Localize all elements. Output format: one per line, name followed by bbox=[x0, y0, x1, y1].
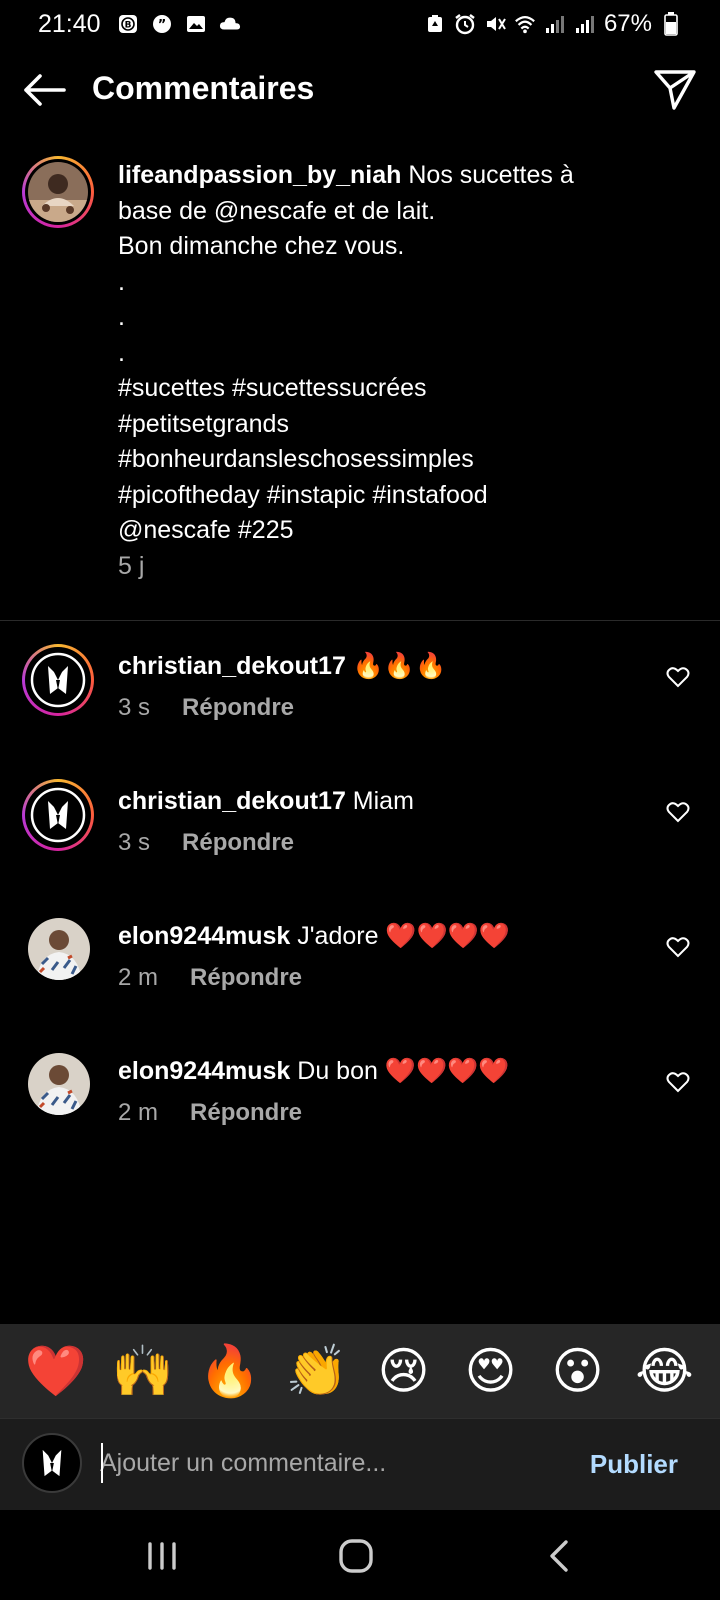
comment-item: elon9244musk J'adore ❤️❤️❤️❤️ 2 m Répond… bbox=[0, 914, 720, 1034]
comment-timestamp: 2 m bbox=[118, 1099, 159, 1126]
comment-message: Miam bbox=[345, 787, 414, 815]
like-heart-icon[interactable] bbox=[666, 801, 690, 823]
quote-icon: ” bbox=[151, 13, 173, 35]
comment-text: christian_dekout17 Miam bbox=[118, 785, 414, 817]
tuxedo-logo-icon bbox=[28, 785, 88, 845]
alarm-icon bbox=[454, 13, 476, 35]
caption-line: #bonheurdansleschosessimples bbox=[118, 445, 474, 473]
caption-line: . bbox=[118, 338, 125, 367]
publish-button[interactable]: Publier bbox=[590, 1449, 678, 1480]
mute-icon bbox=[484, 13, 506, 35]
caption-line: Nos sucettes à bbox=[401, 161, 574, 189]
caption-text: lifeandpassion_by_niah Nos sucettes à ba… bbox=[118, 158, 698, 549]
emoji-heart-eyes-button[interactable]: 😍 bbox=[460, 1346, 522, 1396]
svg-text:B: B bbox=[124, 21, 131, 31]
comment-timestamp: 3 s bbox=[118, 829, 151, 856]
tuxedo-logo-icon bbox=[28, 650, 88, 710]
comment-meta: 3 s Répondre bbox=[118, 829, 294, 857]
reply-button[interactable]: Répondre bbox=[190, 1099, 302, 1127]
comment-timestamp: 2 m bbox=[118, 964, 159, 991]
send-icon[interactable] bbox=[652, 66, 698, 112]
emoji-reaction-bar: ❤️ 🙌 🔥 👏 😢 😍 😮 😂 bbox=[0, 1324, 720, 1418]
comment-username[interactable]: christian_dekout17 bbox=[118, 787, 346, 815]
comment-timestamp: 3 s bbox=[118, 694, 151, 721]
comment-meta: 2 m Répondre bbox=[118, 964, 302, 992]
emoji-fire-button[interactable]: 🔥 bbox=[199, 1346, 261, 1396]
nav-back-icon[interactable] bbox=[540, 1536, 580, 1576]
emoji-heart-button[interactable]: ❤️ bbox=[25, 1346, 87, 1396]
wifi-icon bbox=[514, 13, 536, 35]
comment-input[interactable] bbox=[100, 1443, 560, 1483]
emoji-raised-hands-button[interactable]: 🙌 bbox=[112, 1346, 174, 1396]
commenter-avatar[interactable] bbox=[28, 918, 90, 980]
reply-button[interactable]: Répondre bbox=[182, 829, 294, 857]
person-photo-icon bbox=[28, 918, 90, 980]
reply-button[interactable]: Répondre bbox=[190, 964, 302, 992]
like-heart-icon[interactable] bbox=[666, 666, 690, 688]
home-icon[interactable] bbox=[336, 1536, 376, 1576]
comment-meta: 2 m Répondre bbox=[118, 1099, 302, 1127]
status-time: 21:40 bbox=[38, 9, 101, 38]
comment-text: christian_dekout17 🔥🔥🔥 bbox=[118, 650, 446, 682]
signal-icon-1 bbox=[544, 13, 566, 35]
poster-photo-icon bbox=[28, 162, 88, 222]
comment-message: 🔥🔥🔥 bbox=[345, 652, 447, 680]
system-nav-bar bbox=[0, 1510, 720, 1600]
poster-avatar[interactable] bbox=[22, 156, 94, 228]
caption-line: #picoftheday #instapic #instafood bbox=[118, 480, 488, 509]
app-header: Commentaires bbox=[0, 62, 720, 118]
tuxedo-logo-icon bbox=[26, 1437, 78, 1489]
comment-username[interactable]: christian_dekout17 bbox=[118, 652, 346, 680]
comment-item: christian_dekout17 🔥🔥🔥 3 s Répondre bbox=[0, 644, 720, 764]
comment-username[interactable]: elon9244musk bbox=[118, 922, 290, 950]
emoji-clap-button[interactable]: 👏 bbox=[286, 1346, 348, 1396]
like-heart-icon[interactable] bbox=[666, 936, 690, 958]
recycle-icon bbox=[424, 13, 446, 35]
b-badge-icon: B bbox=[117, 13, 139, 35]
caption-line: Bon dimanche chez vous. bbox=[118, 232, 405, 260]
comment-message: Du bon ❤️❤️❤️❤️ bbox=[290, 1057, 510, 1085]
divider bbox=[0, 620, 720, 621]
signal-icon-2 bbox=[574, 13, 596, 35]
text-caret bbox=[101, 1443, 103, 1483]
recent-apps-icon[interactable] bbox=[142, 1536, 182, 1576]
caption-line: . bbox=[118, 267, 125, 296]
battery-icon bbox=[660, 12, 682, 36]
caption-line: base de @nescafe et de lait. bbox=[118, 196, 436, 225]
caption-line: . bbox=[118, 303, 125, 331]
commenter-avatar[interactable] bbox=[22, 644, 94, 716]
comment-item: elon9244musk Du bon ❤️❤️❤️❤️ 2 m Répondr… bbox=[0, 1049, 720, 1169]
page-title: Commentaires bbox=[92, 70, 315, 106]
comment-input-bar: Publier bbox=[0, 1418, 720, 1510]
status-bar: 21:40 B ” 67% bbox=[0, 0, 720, 48]
comment-text: elon9244musk Du bon ❤️❤️❤️❤️ bbox=[118, 1055, 509, 1087]
svg-text:”: ” bbox=[157, 18, 166, 33]
emoji-surprised-button[interactable]: 😮 bbox=[547, 1346, 609, 1396]
caption-line: #sucettes #sucettessucrées bbox=[118, 374, 427, 402]
back-arrow-icon[interactable] bbox=[22, 70, 66, 110]
caption-line: #petitsetgrands bbox=[118, 409, 289, 438]
person-photo-icon bbox=[28, 1053, 90, 1115]
comment-item: christian_dekout17 Miam 3 s Répondre bbox=[0, 779, 720, 899]
commenter-avatar[interactable] bbox=[28, 1053, 90, 1115]
self-avatar[interactable] bbox=[22, 1433, 82, 1493]
comment-text: elon9244musk J'adore ❤️❤️❤️❤️ bbox=[118, 920, 510, 952]
commenter-avatar[interactable] bbox=[22, 779, 94, 851]
emoji-crying-button[interactable]: 😢 bbox=[373, 1346, 435, 1396]
gallery-icon bbox=[185, 13, 207, 35]
emoji-laughing-button[interactable]: 😂 bbox=[634, 1346, 696, 1396]
caption-timestamp: 5 j bbox=[118, 552, 145, 580]
cloud-icon bbox=[219, 13, 241, 35]
comment-username[interactable]: elon9244musk bbox=[118, 1057, 290, 1085]
battery-percent: 67% bbox=[603, 10, 652, 37]
caption-username[interactable]: lifeandpassion_by_niah bbox=[118, 161, 401, 189]
reply-button[interactable]: Répondre bbox=[182, 694, 294, 722]
caption-line: @nescafe #225 bbox=[118, 516, 294, 544]
comment-message: J'adore ❤️❤️❤️❤️ bbox=[290, 922, 510, 950]
comment-meta: 3 s Répondre bbox=[118, 694, 294, 722]
like-heart-icon[interactable] bbox=[666, 1071, 690, 1093]
